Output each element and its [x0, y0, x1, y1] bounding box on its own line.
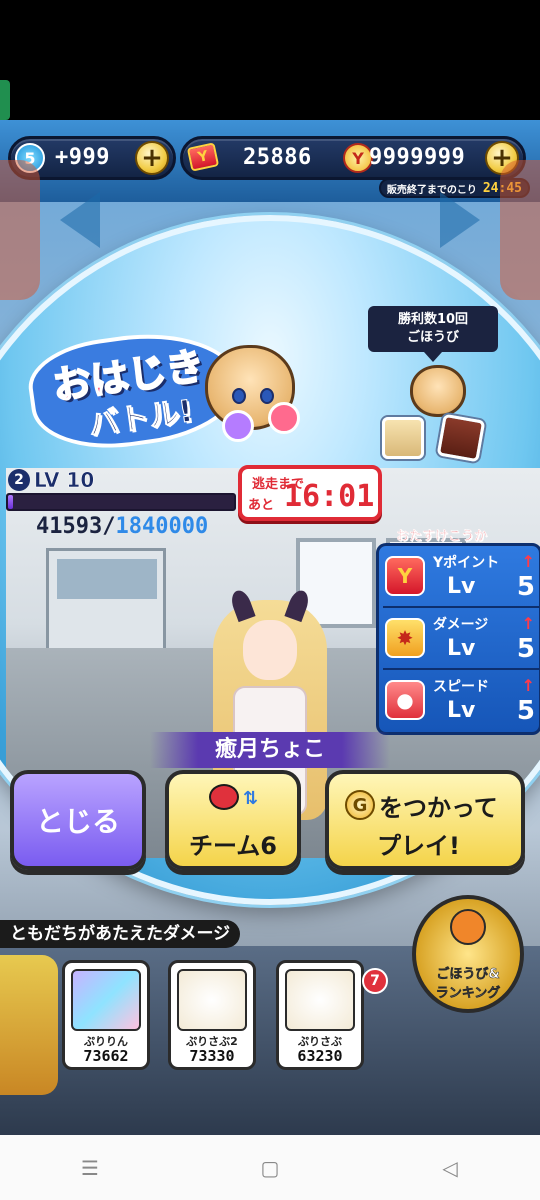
add-g-button[interactable]: + — [135, 141, 169, 175]
boss-level: 2 LV 10 — [8, 468, 95, 493]
friend-avatar — [177, 969, 247, 1031]
friend-score: 73330 — [189, 1047, 235, 1065]
assist-item-lv-label: Lv — [447, 574, 476, 599]
assist-item-name: ダメージ — [433, 617, 489, 633]
friend-score: 63230 — [297, 1047, 343, 1065]
currency-bar: 5 +999 + Y 25886 Y 9999999 + 販売終了までのこり 2… — [0, 120, 540, 202]
status-bar-area — [0, 0, 540, 120]
g-coin-icon: G — [345, 790, 375, 820]
up-arrow-icon: ↑ — [521, 552, 535, 571]
background-decoration-right — [500, 160, 540, 300]
system-navigation-bar: ☰ ▢ ◁ — [0, 1135, 540, 1200]
assist-item-level: 5 — [516, 696, 535, 726]
game-screen: 5 +999 + Y 25886 Y 9999999 + 販売終了までのこり 2… — [0, 120, 540, 1135]
friends-damage-label: ともだちがあたえたダメージ — [0, 920, 241, 948]
speed-icon: ● — [385, 680, 425, 720]
friend-card[interactable]: ぷりりん 73662 — [62, 960, 150, 1070]
boss-hp-current: 41593 — [36, 514, 103, 539]
play-label-line2: プレイ! — [377, 832, 460, 860]
boss-hp-bar — [6, 493, 236, 511]
up-arrow-icon: ↑ — [521, 676, 535, 695]
ranking-label: ごほうび& ランキング — [416, 963, 520, 1002]
up-arrow-icon: ↑ — [521, 614, 535, 633]
swap-icon: ⇅ — [243, 788, 259, 809]
boss-hp-separator: / — [102, 514, 116, 539]
home-icon[interactable]: ▢ — [250, 1148, 290, 1188]
friend-avatar — [71, 969, 141, 1031]
y-point-icon: Y — [385, 556, 425, 596]
recent-apps-icon[interactable]: ☰ — [70, 1148, 110, 1188]
assist-item-name: Yポイント — [433, 555, 500, 571]
boss-name-plate: 癒月ちょこ — [150, 732, 390, 768]
y-money-amount: 9999999 — [369, 145, 466, 170]
mascot-eye — [232, 388, 246, 404]
ohajiki-ball-icon — [222, 410, 254, 442]
boss-level-text: LV 10 — [34, 468, 95, 493]
team-select-button[interactable]: ⇅ チーム6 — [165, 770, 301, 870]
notification-badge: 7 — [362, 968, 388, 994]
team-label: チーム6 — [189, 832, 277, 860]
back-icon[interactable]: ◁ — [430, 1148, 470, 1188]
assist-item-name: スピード — [433, 679, 489, 695]
win-reward-label: 勝利数10回 ごほうび — [368, 306, 498, 362]
reward-book-icon[interactable] — [436, 413, 486, 463]
friend-card[interactable]: ぷりさぶ2 73330 — [168, 960, 256, 1070]
reward-ranking-button[interactable]: ごほうび& ランキング — [412, 895, 524, 1013]
ranking-label-line2: ランキング — [435, 986, 501, 1002]
menu-button-partial[interactable] — [0, 955, 58, 1095]
mascot-eye — [260, 388, 274, 404]
background-left-arrow-icon — [60, 192, 100, 248]
reward-mascot-icon — [410, 365, 466, 417]
bird-icon — [450, 909, 486, 945]
escape-time: 16:01 — [284, 479, 375, 514]
escape-timer: 逃走まで あと 16:01 — [238, 465, 382, 521]
assist-effects-panel: おたすけこうか Y Yポイント ↑ Lv 5 ✸ ダメージ ↑ Lv 5 ● ス… — [376, 525, 540, 737]
boss-rank-icon: 2 — [8, 469, 30, 491]
boss-hp-text: 41593/1840000 — [36, 514, 208, 539]
y-ticket-icon: Y — [186, 142, 220, 172]
damage-icon: ✸ — [385, 618, 425, 658]
y-ticket-amount: 25886 — [243, 145, 312, 170]
background-right-arrow-icon — [440, 192, 480, 248]
assist-item-lv-label: Lv — [447, 698, 476, 723]
y-currency-pill: Y 25886 Y 9999999 + — [180, 136, 526, 180]
assist-item-speed: ● スピード ↑ Lv 5 — [383, 674, 540, 732]
assist-item-lv-label: Lv — [447, 636, 476, 661]
edge-indicator — [0, 80, 10, 120]
friend-card[interactable]: ぷりさぶ 63230 — [276, 960, 364, 1070]
team-icon — [209, 784, 239, 810]
assist-list: Y Yポイント ↑ Lv 5 ✸ ダメージ ↑ Lv 5 ● スピード ↑ Lv… — [376, 543, 540, 735]
play-with-g-button[interactable]: G をつかって プレイ! — [325, 770, 525, 870]
g-amount: +999 — [55, 145, 110, 170]
background-decoration-left — [0, 160, 40, 300]
close-button[interactable]: とじる — [10, 770, 146, 870]
friend-score: 73662 — [83, 1047, 129, 1065]
reward-label-line1: 勝利数10回 — [397, 312, 469, 327]
reward-label-line2: ごほうび — [406, 330, 459, 345]
boss-hp-fill — [8, 495, 14, 509]
boss-hp-max: 1840000 — [115, 514, 209, 539]
character-face — [243, 620, 297, 680]
play-label-line1: をつかって — [379, 794, 498, 822]
friend-avatar — [285, 969, 355, 1031]
reward-character-card-icon[interactable] — [382, 417, 424, 459]
ohajiki-ball-icon — [268, 402, 300, 434]
assist-title: おたすけこうか — [396, 529, 488, 544]
escape-label-line2: あと — [248, 498, 275, 513]
assist-item-level: 5 — [516, 572, 535, 602]
ranking-label-line1: ごほうび& — [436, 967, 500, 983]
assist-item-level: 5 — [516, 634, 535, 664]
assist-item-damage: ✸ ダメージ ↑ Lv 5 — [383, 612, 540, 670]
assist-item-y-point: Y Yポイント ↑ Lv 5 — [383, 550, 540, 608]
